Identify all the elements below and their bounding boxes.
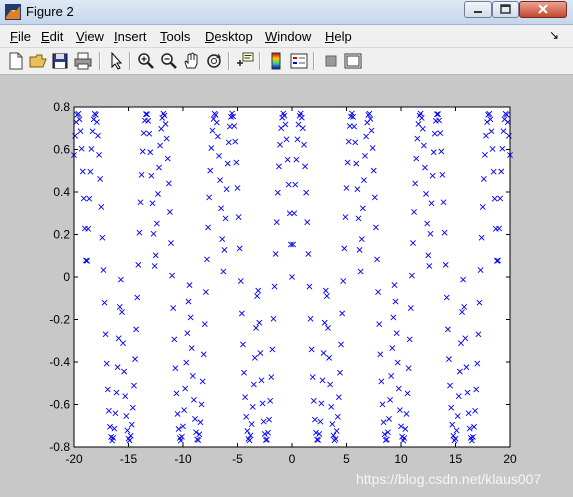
print-icon[interactable] — [73, 51, 93, 71]
y-tick-label: -0.4 — [49, 355, 70, 369]
y-tick-label: 0.4 — [53, 185, 70, 199]
y-tick-label: -0.2 — [49, 313, 70, 327]
rotate-3d-icon[interactable] — [204, 51, 224, 71]
watermark-text: https://blog.csdn.net/klaus007 — [356, 471, 542, 487]
title-bar: Figure 2 — [0, 0, 573, 25]
y-tick-label: 0.2 — [53, 228, 70, 242]
new-figure-icon[interactable] — [6, 51, 26, 71]
menu-tools[interactable]: Tools — [160, 29, 190, 44]
insert-legend-icon[interactable] — [289, 51, 309, 71]
menu-view[interactable]: View — [76, 29, 104, 44]
toolbar-separator — [228, 52, 230, 70]
maximize-button[interactable] — [492, 1, 519, 18]
y-tick-label: -0.6 — [49, 398, 70, 412]
window-title: Figure 2 — [26, 4, 74, 19]
toolbar-separator — [313, 52, 315, 70]
minimize-button[interactable] — [464, 1, 492, 18]
toolbar-separator — [99, 52, 101, 70]
x-tick-label: 5 — [343, 452, 350, 466]
plot-svg: -20 -15 -10 -5 0 5 10 15 20 -0.8 -0.6 -0.4 -0.2 0 0.2 0… — [49, 100, 517, 466]
menu-bar: File Edit View Insert Tools Desktop Wind… — [0, 25, 573, 48]
x-tick-label: -5 — [232, 452, 243, 466]
menu-file[interactable]: File — [10, 29, 31, 44]
y-tick-label: 0.6 — [53, 143, 70, 157]
zoom-in-icon[interactable] — [136, 51, 156, 71]
save-icon[interactable] — [50, 51, 70, 71]
close-icon — [538, 4, 548, 14]
zoom-out-icon[interactable] — [159, 51, 179, 71]
open-file-icon[interactable] — [28, 51, 48, 71]
menu-insert[interactable]: Insert — [114, 29, 147, 44]
x-tick-label: -20 — [65, 452, 83, 466]
minimize-icon — [474, 11, 482, 13]
y-tick-label: 0.8 — [53, 100, 70, 114]
edit-plot-arrow-icon[interactable] — [106, 51, 126, 71]
figure-toolbar — [0, 48, 573, 75]
hide-plot-tools-icon[interactable] — [321, 51, 341, 71]
maximize-icon — [500, 4, 511, 14]
x-tick-label: 0 — [289, 452, 296, 466]
pan-hand-icon[interactable] — [181, 51, 201, 71]
menu-window[interactable]: Window — [265, 29, 311, 44]
close-button[interactable] — [519, 1, 567, 18]
insert-colorbar-icon[interactable] — [266, 51, 286, 71]
menu-edit[interactable]: Edit — [41, 29, 63, 44]
y-tick-label: -0.8 — [49, 440, 70, 454]
dock-arrow-icon[interactable]: ↘ — [549, 28, 559, 42]
x-tick-label: 15 — [449, 452, 463, 466]
y-tick-label: 0 — [63, 270, 70, 284]
x-tick-label: 10 — [394, 452, 408, 466]
menu-desktop[interactable]: Desktop — [205, 29, 253, 44]
x-tick-label: -10 — [174, 452, 192, 466]
matlab-figure-icon — [5, 4, 21, 20]
x-tick-label: 20 — [503, 452, 517, 466]
show-plot-tools-icon[interactable] — [343, 51, 363, 71]
figure-canvas: -20 -15 -10 -5 0 5 10 15 20 -0.8 -0.6 -0.4 -0.2 0 0.2 0… — [0, 75, 573, 497]
menu-help[interactable]: Help — [325, 29, 352, 44]
toolbar-separator — [129, 52, 131, 70]
x-tick-label: -15 — [120, 452, 138, 466]
data-cursor-icon[interactable] — [235, 51, 255, 71]
toolbar-separator — [259, 52, 261, 70]
